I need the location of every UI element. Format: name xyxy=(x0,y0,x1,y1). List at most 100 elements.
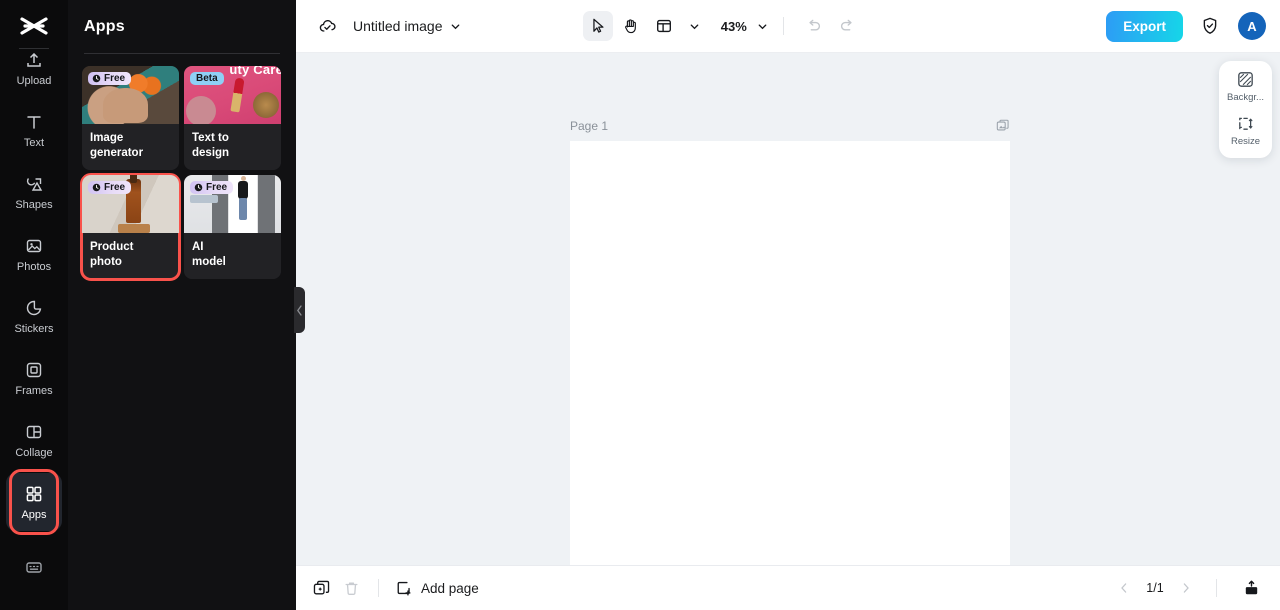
sidebar-item-upload[interactable]: Upload xyxy=(6,53,62,97)
zoom-chevron-down-icon[interactable] xyxy=(757,21,768,32)
sidebar-item-text[interactable]: Text xyxy=(6,101,62,159)
add-page-button[interactable]: Add page xyxy=(395,579,479,597)
sidebar-label-text: Text xyxy=(23,136,45,149)
sidebar-item-frames[interactable]: Frames xyxy=(6,349,62,407)
badge-label: Free xyxy=(104,73,126,84)
sidebar-item-stickers[interactable]: Stickers xyxy=(6,287,62,345)
apps-panel: Apps Free Image generator uty Care Beta … xyxy=(68,0,305,610)
card-label: AI model xyxy=(184,233,281,279)
capcut-editor: Upload Text Shapes Photos Stickers Frame… xyxy=(0,0,1280,610)
page-label: Page 1 xyxy=(570,119,609,133)
toolbar-divider xyxy=(782,17,784,35)
collage-icon xyxy=(23,421,45,443)
sidebar-label-collage: Collage xyxy=(15,446,53,459)
upload-icon xyxy=(23,53,45,71)
prev-page-button[interactable] xyxy=(1113,577,1135,599)
export-button[interactable]: Export xyxy=(1106,10,1183,42)
undo-button[interactable] xyxy=(799,11,829,41)
card-label-line1: Product xyxy=(90,241,134,253)
document-title[interactable]: Untitled image xyxy=(353,18,443,34)
avatar[interactable]: A xyxy=(1238,12,1266,40)
sidebar-label-upload: Upload xyxy=(16,74,52,87)
background-label: Backgr... xyxy=(1227,92,1264,103)
background-button[interactable]: Backgr... xyxy=(1221,70,1271,103)
canvas-tools: 43% xyxy=(582,11,862,41)
export-page-button[interactable] xyxy=(1236,573,1266,603)
badge-free: Free xyxy=(88,181,132,194)
editor-main: Untitled image 43% Export A Page 1 Backg… xyxy=(296,0,1280,610)
card-label: Text to design xyxy=(184,124,281,170)
badge-beta: Beta xyxy=(190,72,224,85)
layout-chevron-down-icon[interactable] xyxy=(689,21,700,32)
capcut-logo-icon[interactable] xyxy=(17,14,51,40)
top-toolbar: Untitled image 43% Export A xyxy=(296,0,1280,53)
sidebar-label-apps: Apps xyxy=(21,508,47,521)
sidebar-item-photos[interactable]: Photos xyxy=(6,225,62,283)
sidebar-label-stickers: Stickers xyxy=(14,322,54,335)
hand-tool[interactable] xyxy=(616,11,646,41)
photos-icon xyxy=(23,235,45,257)
card-label-line1: Text to xyxy=(192,132,229,144)
resize-button[interactable]: Resize xyxy=(1221,114,1271,147)
keyboard-icon xyxy=(23,556,45,578)
select-tool[interactable] xyxy=(582,11,613,41)
apps-grid-icon xyxy=(23,483,45,505)
chevron-right-icon xyxy=(1183,583,1189,593)
card-label-line2: model xyxy=(192,256,226,268)
clock-icon xyxy=(92,183,101,192)
card-thumbnail: Free xyxy=(82,66,179,124)
page-navigation: 1/1 xyxy=(1113,573,1266,603)
page-canvas[interactable] xyxy=(570,141,1010,565)
card-label-line2: design xyxy=(192,147,230,159)
page-header: Page 1 xyxy=(570,119,1010,133)
cloud-saved-icon[interactable] xyxy=(314,12,342,40)
card-thumbnail: uty Care Beta xyxy=(184,66,281,124)
rail-divider xyxy=(19,48,49,49)
left-tool-rail: Upload Text Shapes Photos Stickers Frame… xyxy=(0,0,68,610)
app-card-image-generator[interactable]: Free Image generator xyxy=(82,66,179,170)
page-indicator: 1/1 xyxy=(1146,581,1164,595)
sidebar-item-shapes[interactable]: Shapes xyxy=(6,163,62,221)
bottom-toolbar: Add page 1/1 xyxy=(296,565,1280,610)
card-label-line1: AI xyxy=(192,241,204,253)
document-title-chevron-down-icon[interactable] xyxy=(450,21,461,32)
chevron-left-icon xyxy=(297,304,302,316)
sidebar-label-photos: Photos xyxy=(16,260,52,273)
app-card-text-to-design[interactable]: uty Care Beta Text to design xyxy=(184,66,281,170)
page-nav-divider xyxy=(1216,579,1217,597)
card-label-line1: Image xyxy=(90,132,124,144)
app-card-product-photo[interactable]: Free Product photo xyxy=(80,173,181,281)
square-plus-icon xyxy=(395,579,413,597)
card-label: Image generator xyxy=(82,124,179,170)
card-thumbnail: Free xyxy=(82,175,179,233)
add-page-label: Add page xyxy=(421,580,479,596)
text-icon xyxy=(23,111,45,133)
shield-check-icon[interactable] xyxy=(1196,12,1224,40)
chevron-left-icon xyxy=(1121,583,1127,593)
zoom-level[interactable]: 43% xyxy=(721,19,747,34)
card-label-line2: generator xyxy=(90,147,144,159)
resize-icon xyxy=(1236,114,1255,133)
duplicate-page-icon[interactable] xyxy=(996,119,1010,133)
sidebar-label-frames: Frames xyxy=(15,384,53,397)
panel-collapse-handle[interactable] xyxy=(294,287,305,333)
duplicate-icon[interactable] xyxy=(306,573,336,603)
apps-card-grid: Free Image generator uty Care Beta Text … xyxy=(68,54,296,281)
sidebar-item-apps[interactable]: Apps xyxy=(6,469,62,535)
frames-icon xyxy=(23,359,45,381)
panel-title: Apps xyxy=(84,18,125,35)
clock-icon xyxy=(194,183,203,192)
redo-button[interactable] xyxy=(832,11,862,41)
app-card-ai-model[interactable]: Free AI model xyxy=(184,175,281,279)
delete-button[interactable] xyxy=(336,573,366,603)
layout-tool[interactable] xyxy=(649,11,679,41)
badge-free: Free xyxy=(88,72,132,85)
sidebar-item-collage[interactable]: Collage xyxy=(6,411,62,469)
badge-label: Free xyxy=(206,182,228,193)
thumbnail-text: uty Care xyxy=(229,66,281,77)
background-pattern-icon xyxy=(1236,70,1255,89)
floating-properties-panel: Backgr... Resize xyxy=(1219,61,1272,158)
canvas-area[interactable]: Page 1 Backgr... Resize xyxy=(296,53,1280,565)
sidebar-item-keyboard[interactable] xyxy=(6,538,62,596)
next-page-button[interactable] xyxy=(1175,577,1197,599)
